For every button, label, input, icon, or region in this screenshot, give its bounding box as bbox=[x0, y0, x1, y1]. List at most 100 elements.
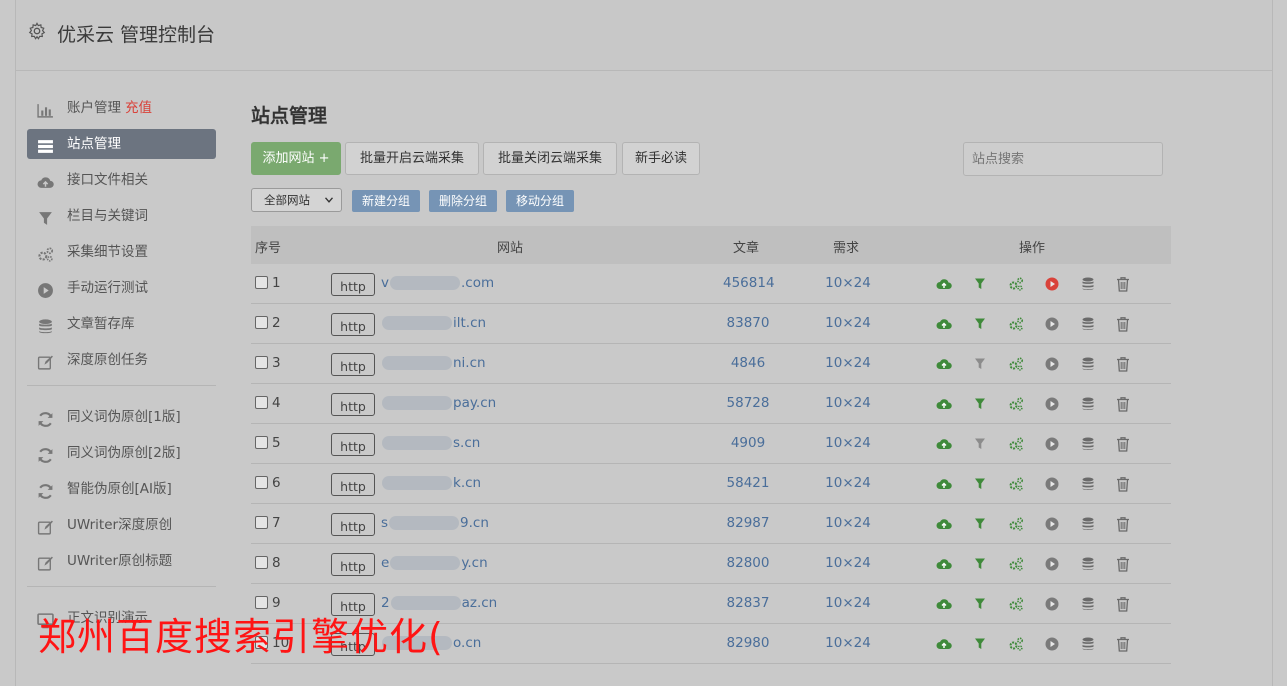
trash-icon[interactable] bbox=[1115, 396, 1131, 412]
article-count[interactable]: 4846 bbox=[723, 355, 773, 371]
protocol-badge[interactable]: http bbox=[331, 473, 375, 496]
article-count[interactable]: 83870 bbox=[723, 315, 773, 331]
sidebar-item[interactable]: 同义词伪原创[1版] bbox=[27, 402, 216, 432]
demand-value[interactable]: 10×24 bbox=[823, 635, 873, 651]
row-checkbox[interactable] bbox=[255, 476, 268, 489]
protocol-badge[interactable]: http bbox=[331, 353, 375, 376]
site-group-select[interactable]: 全部网站 bbox=[251, 188, 342, 212]
row-checkbox[interactable] bbox=[255, 396, 268, 409]
trash-icon[interactable] bbox=[1115, 556, 1131, 572]
recharge-link[interactable]: 充值 bbox=[125, 100, 152, 116]
gears-icon[interactable] bbox=[1008, 436, 1024, 452]
sidebar-item[interactable]: 接口文件相关 bbox=[27, 165, 216, 195]
filter-icon[interactable] bbox=[972, 356, 988, 372]
sidebar-item[interactable]: UWriter原创标题 bbox=[27, 546, 216, 576]
demand-value[interactable]: 10×24 bbox=[823, 435, 873, 451]
play-icon[interactable] bbox=[1044, 476, 1060, 492]
cloud-upload-icon[interactable] bbox=[936, 276, 952, 292]
database-icon[interactable] bbox=[1080, 436, 1096, 452]
site-link[interactable]: k.cn bbox=[381, 475, 481, 491]
filter-icon[interactable] bbox=[972, 316, 988, 332]
play-icon[interactable] bbox=[1044, 396, 1060, 412]
site-search-input[interactable] bbox=[963, 142, 1163, 176]
sidebar-item[interactable]: 采集细节设置 bbox=[27, 237, 216, 267]
cloud-upload-icon[interactable] bbox=[936, 476, 952, 492]
trash-icon[interactable] bbox=[1115, 476, 1131, 492]
batch-close-cloud-button[interactable]: 批量关闭云端采集 bbox=[483, 142, 617, 175]
protocol-badge[interactable]: http bbox=[331, 553, 375, 576]
trash-icon[interactable] bbox=[1115, 436, 1131, 452]
trash-icon[interactable] bbox=[1115, 276, 1131, 292]
sidebar-item[interactable]: 手动运行测试 bbox=[27, 273, 216, 303]
demand-value[interactable]: 10×24 bbox=[823, 475, 873, 491]
sidebar-item[interactable]: 智能伪原创[AI版] bbox=[27, 474, 216, 504]
filter-icon[interactable] bbox=[972, 636, 988, 652]
gears-icon[interactable] bbox=[1008, 636, 1024, 652]
article-count[interactable]: 82980 bbox=[723, 635, 773, 651]
row-checkbox[interactable] bbox=[255, 316, 268, 329]
database-icon[interactable] bbox=[1080, 516, 1096, 532]
protocol-badge[interactable]: http bbox=[331, 433, 375, 456]
gears-icon[interactable] bbox=[1008, 356, 1024, 372]
play-icon[interactable] bbox=[1044, 436, 1060, 452]
cloud-upload-icon[interactable] bbox=[936, 356, 952, 372]
trash-icon[interactable] bbox=[1115, 636, 1131, 652]
trash-icon[interactable] bbox=[1115, 316, 1131, 332]
play-icon[interactable] bbox=[1044, 276, 1060, 292]
site-link[interactable]: v .com bbox=[381, 275, 494, 291]
cloud-upload-icon[interactable] bbox=[936, 436, 952, 452]
database-icon[interactable] bbox=[1080, 476, 1096, 492]
site-link[interactable]: s 9.cn bbox=[381, 515, 489, 531]
row-checkbox[interactable] bbox=[255, 276, 268, 289]
play-icon[interactable] bbox=[1044, 556, 1060, 572]
filter-icon[interactable] bbox=[972, 436, 988, 452]
article-count[interactable]: 4909 bbox=[723, 435, 773, 451]
gears-icon[interactable] bbox=[1008, 516, 1024, 532]
article-count[interactable]: 82800 bbox=[723, 555, 773, 571]
add-site-button[interactable]: 添加网站 + bbox=[251, 142, 341, 175]
site-link[interactable]: e y.cn bbox=[381, 555, 488, 571]
article-count[interactable]: 58421 bbox=[723, 475, 773, 491]
beginner-guide-button[interactable]: 新手必读 bbox=[622, 142, 700, 175]
database-icon[interactable] bbox=[1080, 596, 1096, 612]
trash-icon[interactable] bbox=[1115, 516, 1131, 532]
sidebar-item[interactable]: 深度原创任务 bbox=[27, 345, 216, 375]
article-count[interactable]: 456814 bbox=[723, 275, 775, 291]
database-icon[interactable] bbox=[1080, 276, 1096, 292]
cloud-upload-icon[interactable] bbox=[936, 596, 952, 612]
row-checkbox[interactable] bbox=[255, 556, 268, 569]
site-link[interactable]: ilt.cn bbox=[381, 315, 486, 331]
new-group-button[interactable]: 新建分组 bbox=[352, 190, 420, 212]
database-icon[interactable] bbox=[1080, 396, 1096, 412]
sidebar-item[interactable]: 站点管理 bbox=[27, 129, 216, 159]
row-checkbox[interactable] bbox=[255, 436, 268, 449]
demand-value[interactable]: 10×24 bbox=[823, 275, 873, 291]
trash-icon[interactable] bbox=[1115, 596, 1131, 612]
gears-icon[interactable] bbox=[1008, 276, 1024, 292]
cloud-upload-icon[interactable] bbox=[936, 516, 952, 532]
gears-icon[interactable] bbox=[1008, 396, 1024, 412]
filter-icon[interactable] bbox=[972, 476, 988, 492]
batch-open-cloud-button[interactable]: 批量开启云端采集 bbox=[345, 142, 479, 175]
demand-value[interactable]: 10×24 bbox=[823, 515, 873, 531]
gears-icon[interactable] bbox=[1008, 556, 1024, 572]
demand-value[interactable]: 10×24 bbox=[823, 395, 873, 411]
sidebar-item[interactable]: 账户管理 充值 bbox=[27, 93, 216, 123]
filter-icon[interactable] bbox=[972, 276, 988, 292]
sidebar-item[interactable]: 栏目与关键词 bbox=[27, 201, 216, 231]
protocol-badge[interactable]: http bbox=[331, 513, 375, 536]
trash-icon[interactable] bbox=[1115, 356, 1131, 372]
database-icon[interactable] bbox=[1080, 636, 1096, 652]
protocol-badge[interactable]: http bbox=[331, 273, 375, 296]
move-group-button[interactable]: 移动分组 bbox=[506, 190, 574, 212]
play-icon[interactable] bbox=[1044, 596, 1060, 612]
row-checkbox[interactable] bbox=[255, 356, 268, 369]
play-icon[interactable] bbox=[1044, 636, 1060, 652]
row-checkbox[interactable] bbox=[255, 516, 268, 529]
site-link[interactable]: pay.cn bbox=[381, 395, 496, 411]
filter-icon[interactable] bbox=[972, 516, 988, 532]
filter-icon[interactable] bbox=[972, 556, 988, 572]
delete-group-button[interactable]: 删除分组 bbox=[429, 190, 497, 212]
demand-value[interactable]: 10×24 bbox=[823, 355, 873, 371]
database-icon[interactable] bbox=[1080, 316, 1096, 332]
